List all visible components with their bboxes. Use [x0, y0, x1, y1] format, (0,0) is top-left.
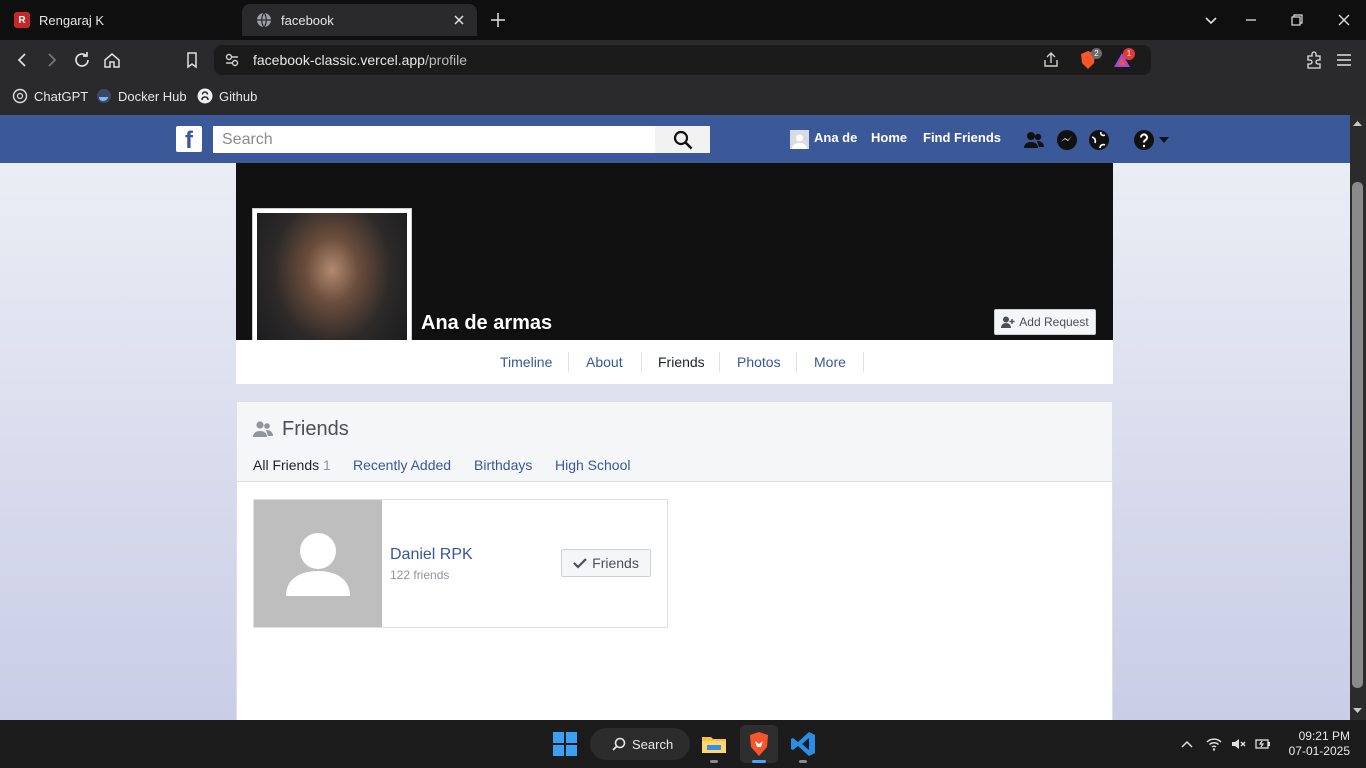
share-icon[interactable]: [1041, 50, 1061, 70]
nav-home[interactable]: Home: [871, 130, 907, 145]
battery-charging-icon[interactable]: [1255, 736, 1271, 752]
forward-icon[interactable]: [42, 50, 62, 70]
friend-avatar[interactable]: [254, 500, 382, 627]
globe-favicon-icon: [256, 12, 272, 28]
friend-count: 122 friends: [390, 568, 450, 582]
tab-about[interactable]: About: [586, 354, 623, 370]
system-clock[interactable]: 09:21 PM 07-01-2025: [1289, 729, 1350, 759]
volume-muted-icon[interactable]: [1230, 736, 1246, 752]
vscode-icon[interactable]: [789, 730, 817, 758]
chatgpt-icon: [12, 88, 28, 104]
restore-icon[interactable]: [1287, 10, 1307, 30]
bookmark-chatgpt[interactable]: ChatGPT: [12, 87, 88, 105]
scrollbar-thumb[interactable]: [1352, 182, 1363, 688]
search-button[interactable]: [655, 126, 710, 153]
url-text[interactable]: facebook-classic.vercel.app/profile: [253, 52, 467, 68]
tab-recently-added[interactable]: Recently Added: [353, 457, 451, 473]
bookmark-icon[interactable]: [182, 50, 202, 70]
friend-card: Daniel RPK 122 friends Friends: [253, 499, 668, 628]
tab-divider: [568, 352, 569, 372]
browser-tab-bar: R Rengaraj K facebook: [0, 0, 1366, 40]
bookmark-docker-hub[interactable]: Docker Hub: [96, 87, 187, 105]
all-friends-count: 1: [323, 457, 331, 473]
rewards-badge: 1: [1123, 48, 1135, 60]
help-icon[interactable]: [1133, 129, 1155, 151]
friends-panel: Friends All Friends 1 Recently Added Bir…: [236, 401, 1113, 720]
minimize-icon[interactable]: [1241, 10, 1261, 30]
site-settings-icon[interactable]: [222, 50, 242, 70]
file-explorer-icon[interactable]: [700, 730, 728, 758]
tab-birthdays[interactable]: Birthdays: [474, 457, 532, 473]
show-hidden-icons-chevron-icon[interactable]: [1179, 736, 1195, 752]
tab-high-school[interactable]: High School: [555, 457, 631, 473]
scroll-down-arrow-icon[interactable]: [1352, 706, 1363, 716]
default-user-icon: [286, 533, 350, 596]
brave-browser-icon[interactable]: [745, 730, 773, 758]
tab-friends[interactable]: Friends: [658, 354, 705, 370]
facebook-logo[interactable]: f: [176, 126, 202, 152]
menu-icon[interactable]: [1334, 50, 1354, 70]
tab-all-friends[interactable]: All Friends 1: [253, 457, 331, 473]
checkmark-icon: [573, 558, 587, 569]
tab-timeline[interactable]: Timeline: [500, 354, 552, 370]
tab-divider: [796, 352, 797, 372]
friend-requests-icon[interactable]: [1023, 129, 1045, 151]
tab-more[interactable]: More: [814, 354, 846, 370]
explorer-running-indicator: [710, 760, 718, 763]
search-icon: [673, 130, 692, 149]
browser-tab-rengaraj[interactable]: R Rengaraj K: [0, 4, 240, 36]
tab-divider: [863, 352, 864, 372]
home-icon[interactable]: [102, 50, 122, 70]
clock-time: 09:21 PM: [1298, 729, 1350, 743]
docker-icon: [97, 89, 111, 103]
add-friend-icon: [1001, 316, 1015, 328]
back-icon[interactable]: [12, 50, 32, 70]
account-caret-down-icon[interactable]: [1157, 135, 1171, 145]
close-window-icon[interactable]: [1334, 10, 1354, 30]
tab-label: facebook: [281, 12, 334, 28]
friends-icon: [253, 421, 273, 437]
extensions-icon[interactable]: [1304, 50, 1324, 70]
scroll-up-arrow-icon[interactable]: [1352, 118, 1363, 128]
vscode-running-indicator: [799, 760, 807, 763]
browser-tab-facebook[interactable]: facebook: [242, 4, 477, 36]
tab-list-chevron-icon[interactable]: [1201, 10, 1221, 30]
facebook-top-bar: f Ana de Home Find Friends: [0, 115, 1350, 163]
brave-active-indicator: [752, 760, 766, 763]
taskbar-search-icon: [612, 737, 626, 751]
friend-name[interactable]: Daniel RPK: [390, 546, 473, 564]
add-request-button[interactable]: Add Request: [994, 309, 1096, 335]
tab-label: Rengaraj K: [39, 12, 105, 28]
new-tab-icon[interactable]: [489, 11, 507, 29]
notifications-globe-icon[interactable]: [1088, 129, 1110, 151]
bookmark-github[interactable]: Github: [197, 87, 257, 105]
profile-tabs: Timeline About Friends Photos More: [236, 340, 1113, 384]
tab-divider: [641, 352, 642, 372]
nav-user-name[interactable]: Ana de: [814, 130, 857, 145]
friends-header: Friends All Friends 1 Recently Added Bir…: [237, 402, 1112, 482]
page-viewport: f Ana de Home Find Friends Ana de armas …: [0, 115, 1350, 720]
clock-date: 07-01-2025: [1288, 744, 1350, 758]
reload-icon[interactable]: [72, 50, 92, 70]
messenger-icon[interactable]: [1056, 129, 1078, 151]
windows-start-icon[interactable]: [551, 730, 579, 758]
search-input[interactable]: [213, 126, 655, 153]
friends-status-button[interactable]: Friends: [561, 549, 651, 577]
user-icon: [792, 134, 807, 149]
brave-shields-badge: 2: [1091, 48, 1102, 59]
wifi-icon[interactable]: [1206, 736, 1222, 752]
friends-title: Friends: [282, 418, 349, 440]
rengaraj-favicon-icon: R: [14, 12, 30, 28]
profile-name: Ana de armas: [421, 312, 553, 334]
user-avatar[interactable]: [790, 130, 809, 149]
close-tab-icon[interactable]: [451, 12, 467, 28]
tab-divider: [719, 352, 720, 372]
github-icon: [197, 88, 213, 104]
tab-photos[interactable]: Photos: [737, 354, 781, 370]
nav-find-friends[interactable]: Find Friends: [923, 130, 1001, 145]
taskbar-search[interactable]: Search: [590, 728, 690, 760]
